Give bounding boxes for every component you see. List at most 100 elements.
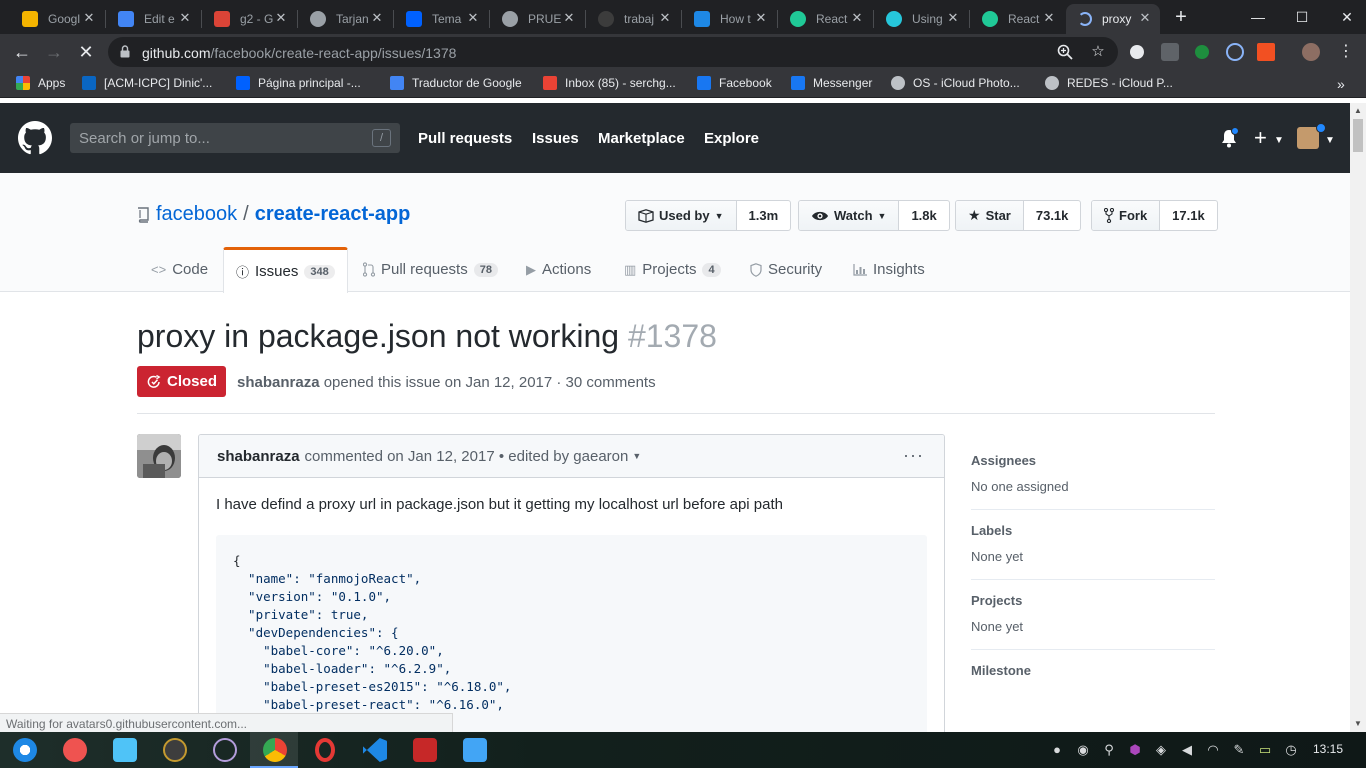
sublime-icon[interactable] [163, 738, 187, 762]
tab-close-icon[interactable]: ✕ [274, 11, 288, 25]
hexagon-tray-icon[interactable]: ⬢ [1127, 742, 1143, 758]
bookmark-item[interactable]: Página principal -... [236, 76, 361, 90]
start-menu-icon[interactable] [13, 738, 37, 762]
browser-tab[interactable]: Edit e ✕ [106, 4, 200, 34]
tab-close-icon[interactable]: ✕ [850, 11, 864, 25]
chevron-down-icon[interactable]: ▼ [1274, 135, 1284, 146]
tab-close-icon[interactable]: ✕ [1042, 11, 1056, 25]
browser-tab[interactable]: Tarjan ✕ [298, 4, 392, 34]
chat-tray-icon[interactable]: ● [1049, 742, 1065, 758]
tab-close-icon[interactable]: ✕ [562, 11, 576, 25]
tab-close-icon[interactable]: ✕ [1138, 11, 1152, 25]
chevron-down-icon[interactable]: ▼ [1325, 135, 1335, 146]
tab-close-icon[interactable]: ✕ [82, 11, 96, 25]
bookmark-star-icon[interactable]: ☆ [1089, 43, 1107, 61]
browser-tab[interactable]: g2 - G ✕ [202, 4, 296, 34]
profile-avatar[interactable] [1302, 43, 1320, 61]
bookmark-item[interactable]: Inbox (85) - serchg... [543, 76, 676, 90]
security-tray-icon[interactable]: ◈ [1153, 742, 1169, 758]
extension-off-icon[interactable] [1257, 43, 1275, 61]
minimize-button[interactable]: — [1247, 6, 1269, 28]
watch-count[interactable]: 1.8k [899, 201, 948, 230]
repo-owner-link[interactable]: facebook [156, 203, 237, 226]
tab-insights[interactable]: Insights [853, 247, 925, 292]
github-search-box[interactable]: / [70, 123, 400, 153]
tab-close-icon[interactable]: ✕ [946, 11, 960, 25]
terminal-icon[interactable] [413, 738, 437, 762]
notification-bell-icon[interactable] [1220, 128, 1238, 148]
watch-button[interactable]: Watch ▼ 1.8k [798, 200, 950, 231]
comment-author-avatar[interactable] [137, 434, 181, 478]
react-devtools-icon[interactable] [1226, 43, 1244, 61]
bookmark-apps[interactable]: Apps [16, 76, 65, 90]
system-clock[interactable]: 13:15 [1313, 742, 1343, 756]
extension-green-icon[interactable] [1195, 45, 1209, 59]
screen-recorder-icon[interactable] [63, 738, 87, 762]
vscode-icon[interactable] [363, 738, 387, 762]
edit-history-chevron-icon[interactable]: ▼ [632, 451, 641, 461]
tab-pull-requests[interactable]: Pull requests 78 [363, 247, 498, 292]
sidebar-heading[interactable]: Projects [971, 593, 1215, 608]
tab-close-icon[interactable]: ✕ [466, 11, 480, 25]
zoom-icon[interactable] [1056, 43, 1074, 61]
browser-tab[interactable]: PRUE ✕ [490, 4, 584, 34]
used-by-button[interactable]: Used by ▼ 1.3m [625, 200, 792, 231]
bookmark-item[interactable]: [ACM-ICPC] Dinic'... [82, 76, 212, 90]
menu-kebab-icon[interactable]: ⋮ [1337, 43, 1355, 61]
sidebar-heading[interactable]: Labels [971, 523, 1215, 538]
tab-close-icon[interactable]: ✕ [658, 11, 672, 25]
opera-icon[interactable] [315, 738, 335, 762]
address-bar[interactable]: github.com/facebook/create-react-app/iss… [108, 37, 1118, 67]
usb-tray-icon[interactable]: ⚲ [1101, 742, 1117, 758]
notifications-tray-icon[interactable]: ◷ [1283, 742, 1299, 758]
bookmark-item[interactable]: Facebook [697, 76, 772, 90]
kde-connect-tray-icon[interactable]: ◉ [1075, 742, 1091, 758]
browser-tab[interactable]: Tema ✕ [394, 4, 488, 34]
system-monitor-icon[interactable] [213, 738, 237, 762]
fork-label[interactable]: Fork [1092, 201, 1161, 230]
browser-tab[interactable]: How t ✕ [682, 4, 776, 34]
create-new-plus-icon[interactable]: + [1254, 125, 1267, 151]
tab-close-icon[interactable]: ✕ [754, 11, 768, 25]
chrome-icon[interactable] [263, 738, 287, 762]
back-arrow-icon[interactable]: ← [11, 41, 33, 63]
fork-button[interactable]: Fork 17.1k [1091, 200, 1218, 231]
battery-tray-icon[interactable]: ▭ [1257, 742, 1273, 758]
forward-arrow-icon[interactable]: → [43, 41, 65, 63]
close-window-button[interactable]: ✕ [1336, 6, 1358, 28]
fork-count[interactable]: 17.1k [1160, 201, 1217, 230]
scroll-up-arrow-icon[interactable]: ▲ [1353, 106, 1363, 116]
file-manager-icon[interactable] [463, 738, 487, 762]
app-store-icon[interactable] [113, 738, 137, 762]
bookmark-item[interactable]: OS - iCloud Photo... [891, 76, 1020, 90]
pen-tray-icon[interactable]: ✎ [1231, 742, 1247, 758]
nav-pull-requests[interactable]: Pull requests [418, 130, 512, 147]
used-by-label[interactable]: Used by ▼ [626, 201, 737, 230]
star-count[interactable]: 73.1k [1024, 201, 1081, 230]
star-label[interactable]: ★ Star [956, 201, 1024, 230]
browser-tab[interactable]: React ✕ [778, 4, 872, 34]
page-scrollbar[interactable]: ▲ ▼ [1350, 103, 1366, 732]
bookmark-item[interactable]: Messenger [791, 76, 872, 90]
scrollbar-thumb[interactable] [1353, 119, 1363, 152]
comment-author-link[interactable]: shabanraza [217, 448, 300, 465]
browser-tab[interactable]: trabaj ✕ [586, 4, 680, 34]
scroll-down-arrow-icon[interactable]: ▼ [1353, 719, 1363, 729]
watch-label[interactable]: Watch ▼ [799, 201, 900, 230]
new-tab-button[interactable]: + [1170, 6, 1192, 28]
volume-tray-icon[interactable]: ◀ [1179, 742, 1195, 758]
sidebar-heading[interactable]: Milestone [971, 663, 1215, 678]
extension-icon[interactable] [1130, 45, 1144, 59]
bookmark-item[interactable]: REDES - iCloud P... [1045, 76, 1173, 90]
wifi-tray-icon[interactable]: ◠ [1205, 742, 1221, 758]
browser-tab[interactable]: React ✕ [970, 4, 1064, 34]
tab-close-icon[interactable]: ✕ [178, 11, 192, 25]
bookmarks-overflow-icon[interactable]: » [1337, 76, 1345, 92]
star-button[interactable]: ★ Star 73.1k [955, 200, 1082, 231]
repo-name-link[interactable]: create-react-app [255, 203, 411, 226]
stop-loading-icon[interactable]: ✕ [75, 41, 97, 63]
maximize-button[interactable]: ☐ [1291, 6, 1313, 28]
tab-code[interactable]: <> Code [151, 247, 208, 292]
nav-marketplace[interactable]: Marketplace [598, 130, 685, 147]
tab-actions[interactable]: ▶ Actions [526, 247, 591, 292]
